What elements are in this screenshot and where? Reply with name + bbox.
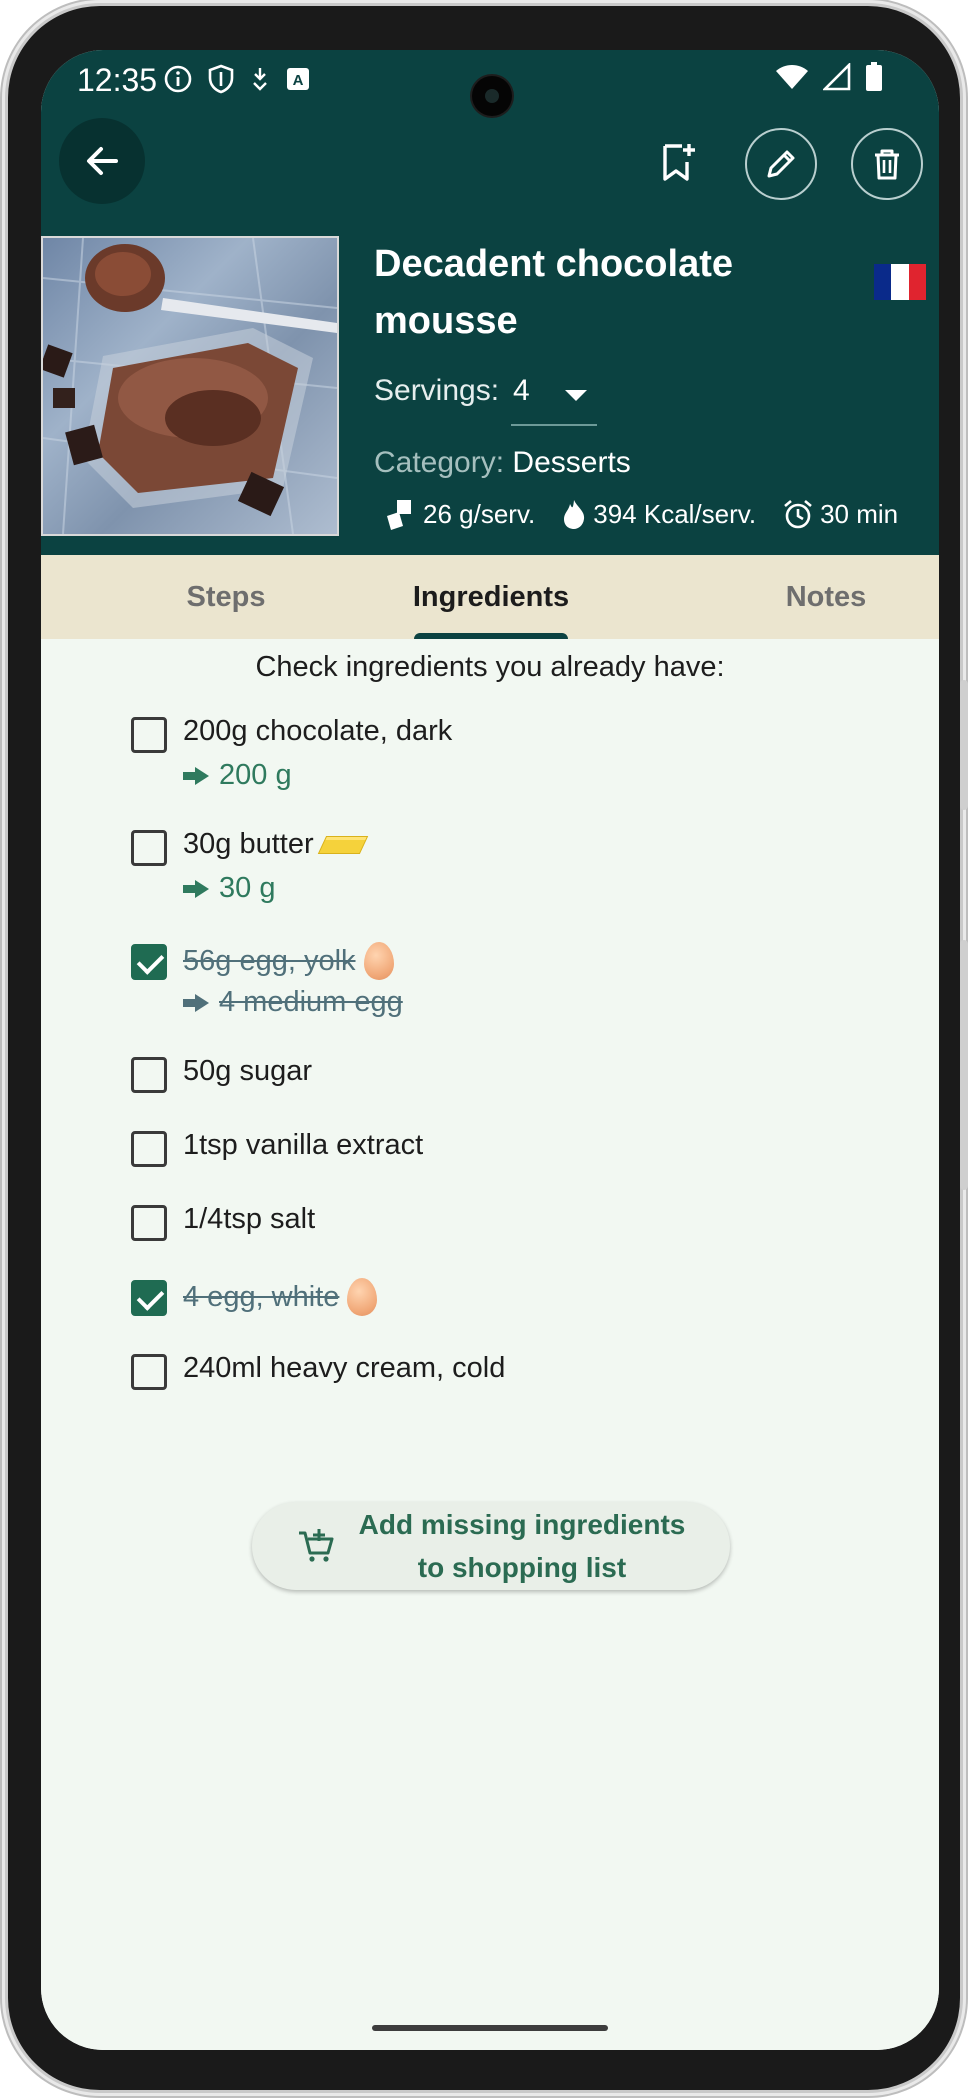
arrow-right-icon <box>183 879 209 898</box>
ingredient-name: 50g sugar <box>183 1055 312 1087</box>
weight-stat: 26 g/serv. <box>385 498 535 530</box>
recipe-stats: 26 g/serv. 394 Kcal/serv. 30 min <box>385 498 898 530</box>
arrow-right-icon <box>183 766 209 785</box>
servings-value: 4 <box>513 374 530 407</box>
ingredient-converted: 30 g <box>183 872 275 905</box>
recipe-photo <box>41 236 339 536</box>
wifi-icon <box>775 63 809 96</box>
ingredient-checkbox[interactable] <box>131 1205 167 1241</box>
recipe-category: Category: Desserts <box>374 446 631 480</box>
cuisine-flag <box>874 264 926 300</box>
info-icon <box>163 64 193 99</box>
back-button[interactable] <box>59 118 145 204</box>
dropdown-caret-icon <box>565 390 587 401</box>
ingredient-name: 1tsp vanilla extract <box>183 1129 424 1161</box>
recipe-header: 12:35 A Decadent chocolate mousse Servin… <box>41 50 939 555</box>
butter-icon <box>317 835 368 854</box>
ingredient-name: 56g egg, yolk <box>183 942 394 980</box>
svg-text:A: A <box>293 72 304 89</box>
ingredient-name: 200g chocolate, dark <box>183 715 453 747</box>
ingredient-checkbox[interactable] <box>131 1280 167 1316</box>
pencil-icon <box>767 150 795 178</box>
signal-icon <box>821 61 851 96</box>
back-arrow-icon <box>87 147 118 175</box>
tab-bar: Steps Ingredients Notes <box>41 555 939 640</box>
ingredient-checkbox[interactable] <box>131 830 167 866</box>
tab-ingredients[interactable]: Ingredients <box>341 555 641 639</box>
front-camera <box>472 76 512 116</box>
battery-icon <box>865 62 883 97</box>
egg-icon <box>347 1278 378 1316</box>
download-icon <box>249 65 271 98</box>
portion-icon <box>387 500 411 530</box>
category-label: Category: <box>374 446 505 479</box>
ingredient-checkbox[interactable] <box>131 717 167 753</box>
servings-dropdown[interactable]: 4 <box>511 374 597 426</box>
power-button <box>960 940 968 1190</box>
edit-button[interactable] <box>745 128 817 200</box>
cart-add-icon <box>298 1529 334 1562</box>
ingredient-converted: 200 g <box>183 759 292 792</box>
volume-button <box>960 680 968 810</box>
ingredient-name: 1/4tsp salt <box>183 1203 316 1235</box>
add-to-shopping-list-button[interactable]: Add missing ingredients to shopping list <box>252 1502 730 1590</box>
tab-notes[interactable]: Notes <box>676 555 939 639</box>
time-stat: 30 min <box>782 498 898 530</box>
shopping-button-label: Add missing ingredients to shopping list <box>358 1509 686 1583</box>
home-indicator[interactable] <box>372 2025 608 2031</box>
ingredient-checkbox[interactable] <box>131 1354 167 1390</box>
ingredient-converted: 4 medium egg <box>183 986 403 1019</box>
alarm-icon <box>784 500 812 529</box>
recipe-title: Decadent chocolate mousse <box>374 243 733 342</box>
ingredient-name: 4 egg, white <box>183 1278 378 1316</box>
ingredient-checkbox[interactable] <box>131 944 167 980</box>
category-value: Desserts <box>512 446 631 479</box>
status-time: 12:35 <box>77 62 158 98</box>
trash-icon <box>875 149 899 180</box>
ingredient-name: 240ml heavy cream, cold <box>183 1352 506 1384</box>
egg-icon <box>363 942 394 980</box>
ingredients-panel: Check ingredients you already have: 200g… <box>41 639 939 2050</box>
a-icon: A <box>285 66 311 97</box>
ingredient-checkbox[interactable] <box>131 1057 167 1093</box>
ingredient-name: 30g butter <box>183 828 368 861</box>
ingredients-intro: Check ingredients you already have: <box>255 651 725 683</box>
arrow-right-icon <box>183 993 209 1012</box>
tab-steps[interactable]: Steps <box>76 555 376 639</box>
app-screen: 12:35 A Decadent chocolate mousse Servin… <box>41 50 939 2050</box>
flame-icon <box>564 500 585 529</box>
bookmark-button[interactable] <box>644 128 712 196</box>
delete-button[interactable] <box>851 128 923 200</box>
servings-label: Servings: <box>374 374 500 407</box>
ingredient-checkbox[interactable] <box>131 1131 167 1167</box>
shield-icon <box>207 64 235 99</box>
phone-frame: 12:35 A Decadent chocolate mousse Servin… <box>8 6 960 2090</box>
calories-stat: 394 Kcal/serv. <box>561 498 756 530</box>
bookmark-add-icon <box>663 144 695 181</box>
